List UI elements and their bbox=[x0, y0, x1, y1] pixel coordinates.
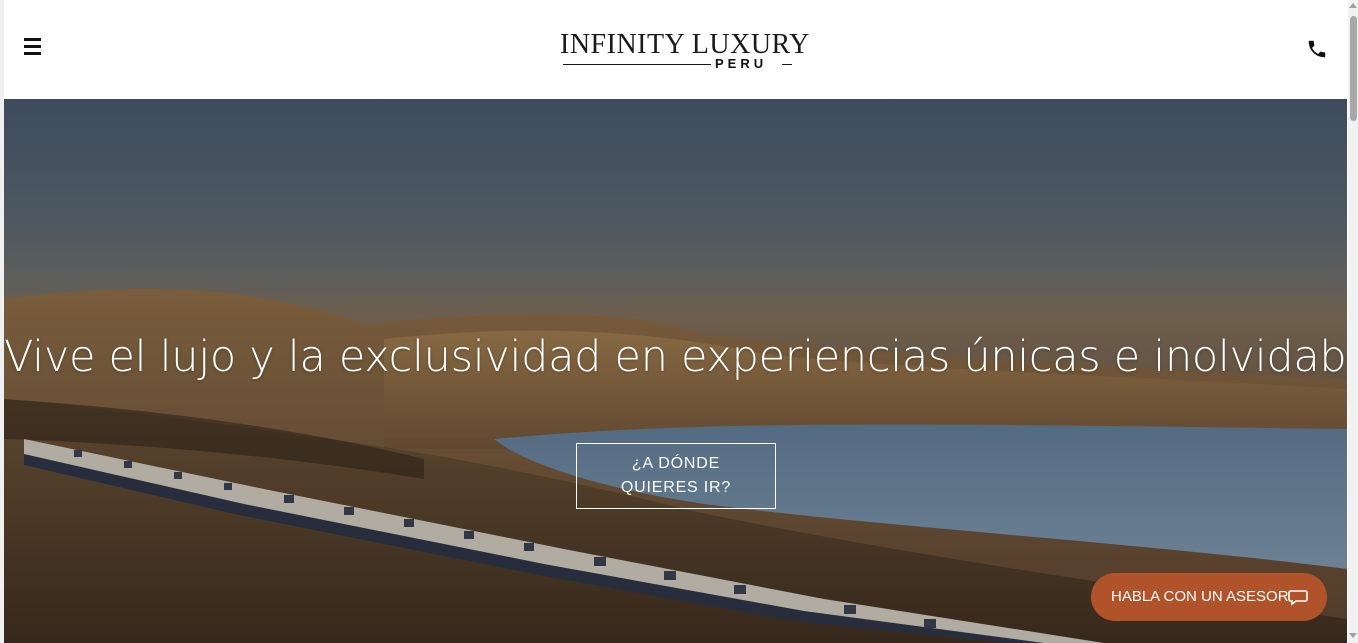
where-to-go-button[interactable]: ¿A DÓNDE QUIERES IR? bbox=[576, 443, 776, 509]
site-header: INFINITY LUXURY PERU bbox=[4, 0, 1347, 99]
phone-icon[interactable] bbox=[1306, 38, 1328, 60]
logo-subtitle: PERU bbox=[715, 56, 768, 71]
scroll-up-arrow-icon[interactable] bbox=[1349, 3, 1357, 8]
cta-line-2: QUIERES IR? bbox=[620, 479, 732, 496]
vertical-scrollbar[interactable] bbox=[1348, 0, 1358, 643]
chat-bubble-icon bbox=[1288, 590, 1308, 606]
logo-dash bbox=[782, 64, 792, 65]
scroll-down-arrow-icon[interactable] bbox=[1349, 633, 1357, 638]
browser-viewport: INFINITY LUXURY PERU Vive el lujo y la e… bbox=[0, 0, 1358, 643]
scroll-thumb[interactable] bbox=[1350, 16, 1357, 121]
hero-headline: Vive el lujo y la exclusividad en experi… bbox=[4, 332, 1347, 382]
hero-banner: Vive el lujo y la exclusividad en experi… bbox=[4, 99, 1347, 643]
talk-to-advisor-button[interactable]: HABLA CON UN ASESOR bbox=[1091, 573, 1327, 621]
hamburger-menu-icon[interactable] bbox=[24, 38, 42, 58]
cta-line-1: ¿A DÓNDE bbox=[631, 455, 721, 472]
advisor-label: HABLA CON UN ASESOR bbox=[1111, 588, 1289, 605]
logo-underline bbox=[563, 64, 711, 65]
page: INFINITY LUXURY PERU Vive el lujo y la e… bbox=[4, 0, 1347, 643]
site-logo[interactable]: INFINITY LUXURY PERU bbox=[560, 28, 809, 74]
